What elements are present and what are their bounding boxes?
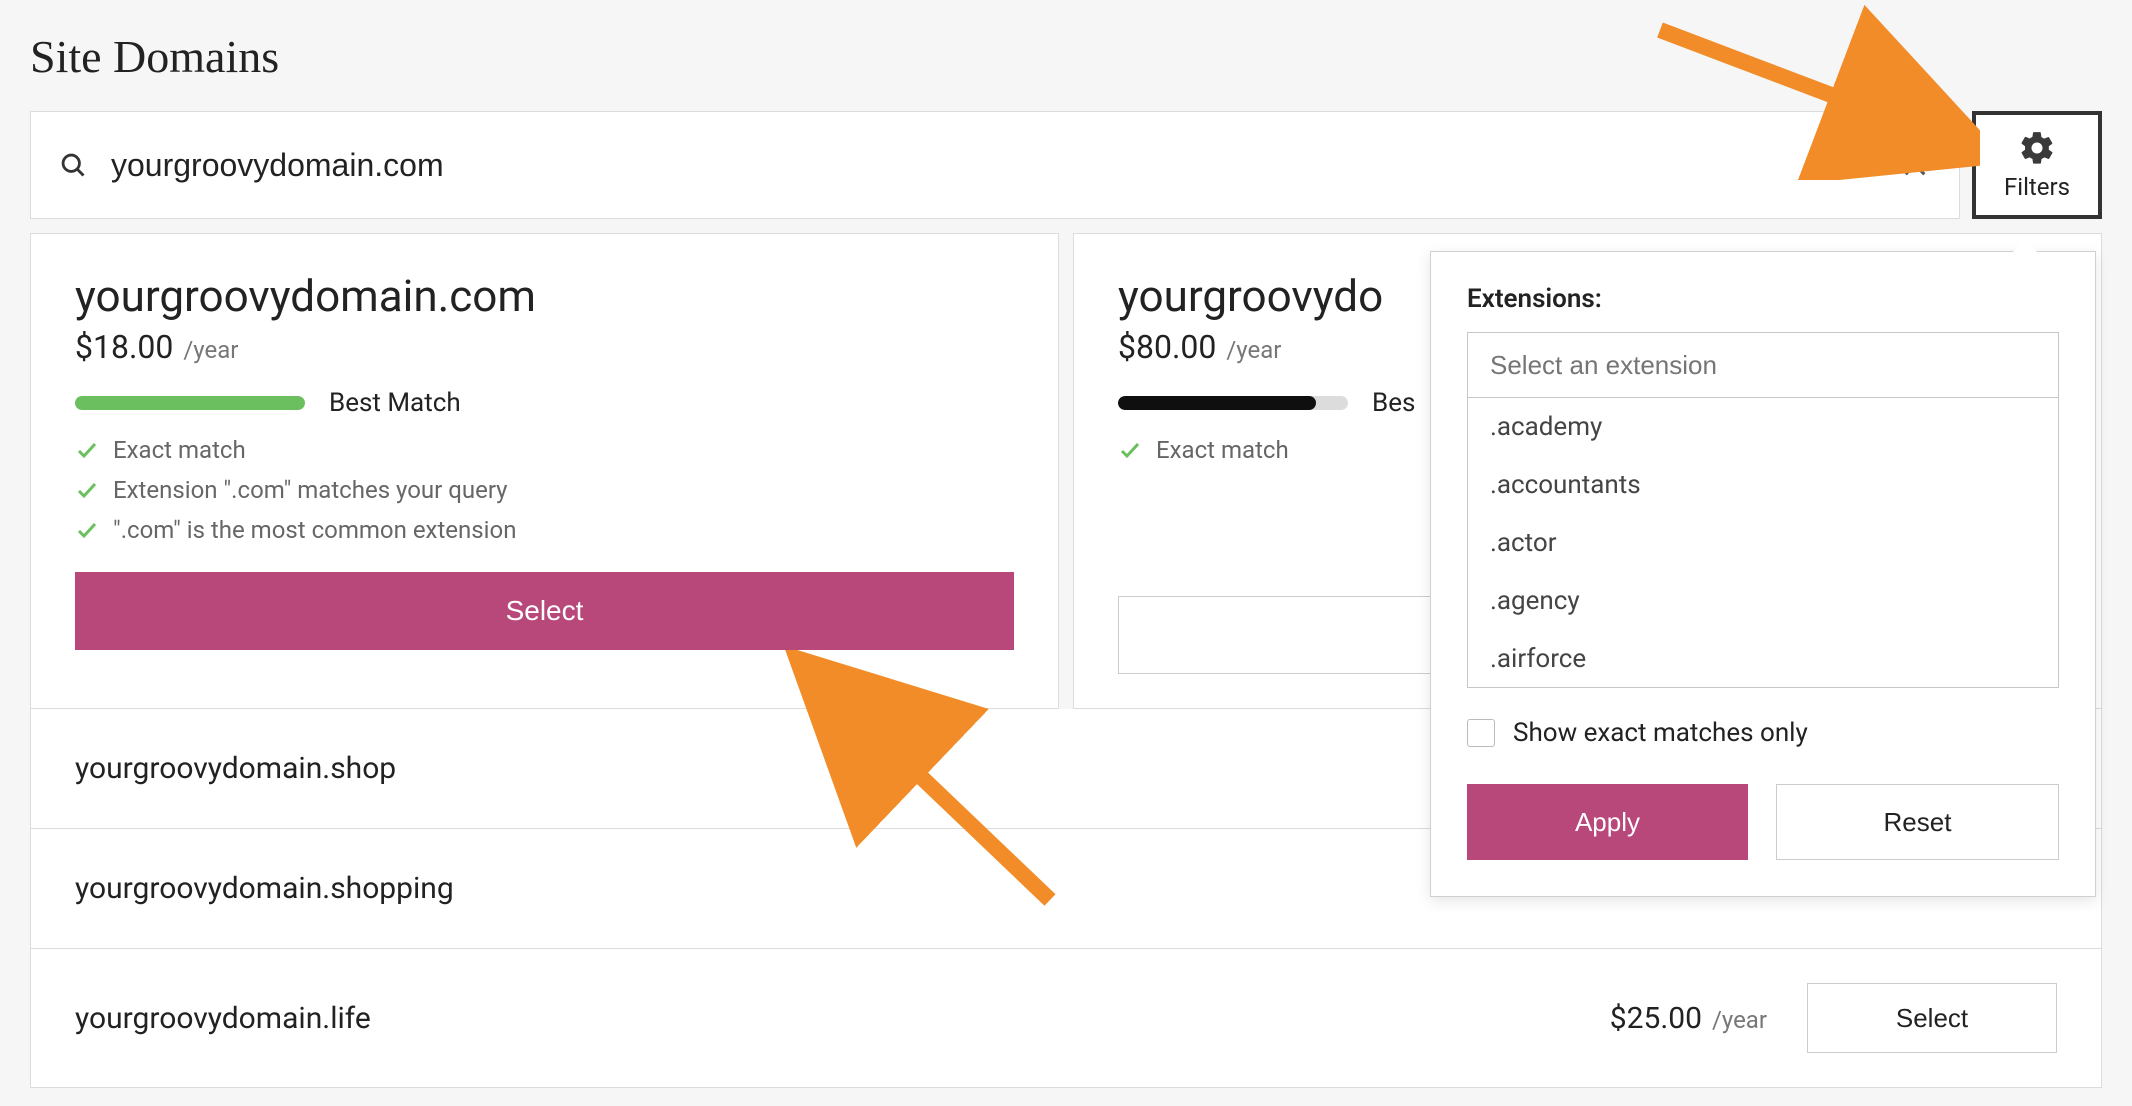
reason-text: Exact match — [1156, 436, 1289, 464]
reason-text: Exact match — [113, 436, 246, 464]
domain-name: yourgroovydomain.life — [75, 1001, 371, 1036]
featured-domain: yourgroovydomain.com — [75, 270, 1014, 322]
match-label: Best Match — [329, 388, 461, 418]
reason-item: Exact match — [75, 436, 1014, 464]
check-icon — [75, 438, 99, 462]
filters-label: Filters — [2004, 173, 2070, 201]
featured-per: /year — [1226, 336, 1281, 364]
domain-right: $25.00 /year Select — [1610, 983, 2057, 1053]
match-label: Bes — [1372, 388, 1415, 418]
reset-button[interactable]: Reset — [1776, 784, 2059, 860]
match-bar — [1118, 396, 1348, 410]
reason-item: Extension ".com" matches your query — [75, 476, 1014, 504]
extension-item[interactable]: .actor — [1468, 514, 2058, 572]
search-input[interactable] — [111, 147, 1899, 184]
filters-heading: Extensions: — [1467, 284, 2059, 314]
price-row: $18.00 /year — [75, 328, 1014, 366]
search-box — [30, 111, 1960, 219]
extension-item[interactable]: .airforce — [1468, 630, 2058, 688]
panel-buttons: Apply Reset — [1467, 784, 2059, 860]
extension-input[interactable] — [1467, 332, 2059, 398]
featured-per: /year — [183, 336, 238, 364]
reason-list: Exact match Extension ".com" matches you… — [75, 436, 1014, 544]
filters-panel: Extensions: .academy .accountants .actor… — [1430, 251, 2096, 897]
domain-name: yourgroovydomain.shop — [75, 751, 396, 786]
reason-item: ".com" is the most common extension — [75, 516, 1014, 544]
search-row: Filters — [30, 111, 2102, 219]
check-icon — [75, 478, 99, 502]
clear-icon[interactable] — [1899, 149, 1931, 181]
extension-list: .academy .accountants .actor .agency .ai… — [1467, 398, 2059, 688]
search-icon — [59, 151, 87, 179]
featured-price: $80.00 — [1118, 328, 1216, 366]
extension-item[interactable]: .academy — [1468, 398, 2058, 456]
page-title: Site Domains — [30, 30, 2102, 83]
domain-row: yourgroovydomain.life $25.00 /year Selec… — [30, 949, 2102, 1088]
row-price: $25.00 — [1610, 1001, 1702, 1036]
gear-icon — [2018, 129, 2056, 167]
filters-button[interactable]: Filters — [1972, 111, 2102, 219]
match-row: Best Match — [75, 388, 1014, 418]
exact-match-checkbox[interactable] — [1467, 719, 1495, 747]
select-button[interactable]: Select — [75, 572, 1014, 650]
price-wrap: $25.00 /year — [1610, 1001, 1767, 1036]
select-button[interactable]: Select — [1807, 983, 2057, 1053]
featured-card-primary: yourgroovydomain.com $18.00 /year Best M… — [30, 233, 1059, 709]
match-bar — [75, 396, 305, 410]
extension-item[interactable]: .agency — [1468, 572, 2058, 630]
row-per: /year — [1712, 1006, 1767, 1034]
exact-match-row: Show exact matches only — [1467, 718, 2059, 748]
check-icon — [1118, 438, 1142, 462]
reason-text: ".com" is the most common extension — [113, 516, 516, 544]
exact-match-label: Show exact matches only — [1513, 718, 1808, 748]
reason-text: Extension ".com" matches your query — [113, 476, 508, 504]
featured-price: $18.00 — [75, 328, 173, 366]
check-icon — [75, 518, 99, 542]
extension-item[interactable]: .accountants — [1468, 456, 2058, 514]
apply-button[interactable]: Apply — [1467, 784, 1748, 860]
domain-name: yourgroovydomain.shopping — [75, 871, 454, 906]
